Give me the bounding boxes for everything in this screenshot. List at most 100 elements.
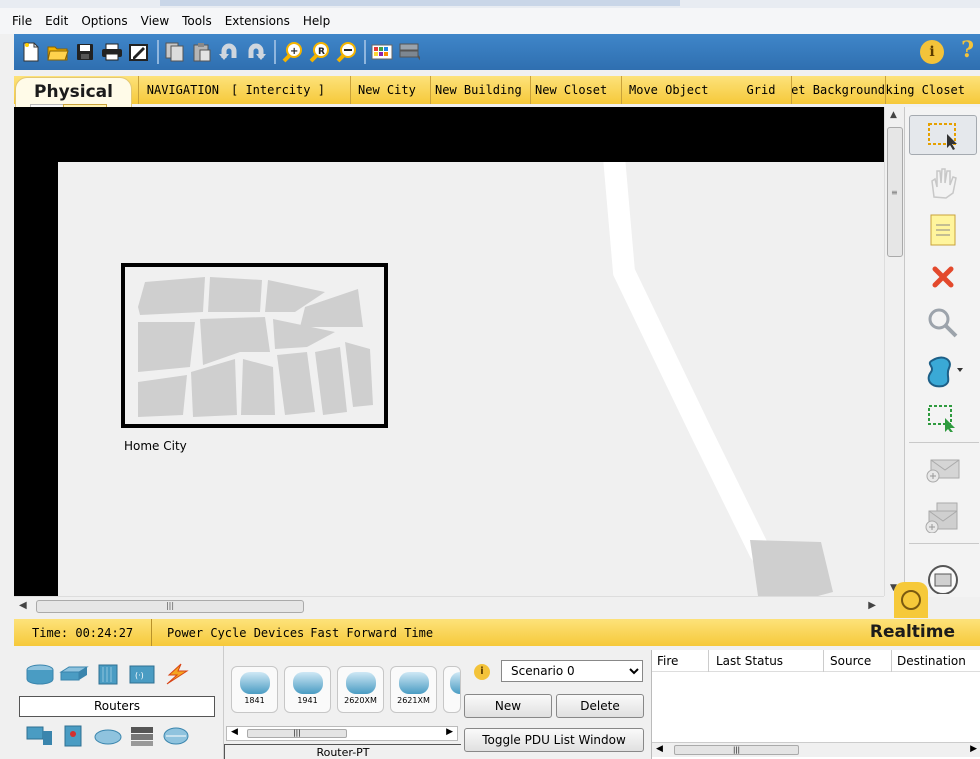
- scroll-left-arrow[interactable]: ◀: [231, 727, 238, 737]
- realtime-mode-icon[interactable]: [894, 582, 928, 618]
- menu-tools[interactable]: Tools: [182, 14, 212, 28]
- switches-category-icon[interactable]: [58, 662, 90, 686]
- zoom-out-icon[interactable]: [335, 41, 357, 63]
- move-layout-tool-icon[interactable]: [909, 163, 977, 203]
- new-city-button[interactable]: New City: [350, 76, 430, 104]
- scroll-right-arrow[interactable]: ▶: [446, 727, 453, 737]
- device-category-panel: (·) Routers: [14, 646, 222, 759]
- activity-wizard-icon[interactable]: [128, 41, 150, 63]
- scroll-right-arrow[interactable]: ▶: [970, 744, 977, 754]
- copy-icon[interactable]: [164, 41, 186, 63]
- end-devices-category-icon[interactable]: [24, 724, 56, 748]
- common-tools-palette: [904, 107, 980, 597]
- column-destination[interactable]: Destination: [892, 650, 980, 672]
- city-canvas[interactable]: Home City: [58, 162, 884, 596]
- select-tool-icon[interactable]: [909, 115, 977, 155]
- draw-shape-tool-icon[interactable]: [909, 351, 977, 391]
- router-2620xm-card[interactable]: 2620XM: [337, 666, 384, 713]
- svg-text:(·): (·): [135, 671, 144, 680]
- multiuser-category-icon[interactable]: [160, 724, 192, 748]
- security-category-icon[interactable]: [58, 724, 90, 748]
- pdu-table-scrollbar[interactable]: ◀ ||| ▶: [652, 742, 980, 757]
- router-2621xm-card[interactable]: 2621XM: [390, 666, 437, 713]
- move-object-button[interactable]: Move Object: [621, 76, 731, 104]
- new-scenario-button[interactable]: New: [464, 694, 552, 718]
- connections-category-icon[interactable]: [160, 662, 192, 686]
- scenario-panel: i Scenario 0 New Delete Toggle PDU List …: [462, 646, 648, 759]
- menu-options[interactable]: Options: [81, 14, 127, 28]
- set-background-button[interactable]: Set Background: [791, 76, 885, 104]
- physical-nav-bar: NAVIGATION [ Intercity ] New City New Bu…: [14, 76, 980, 104]
- routers-category-icon[interactable]: [24, 662, 56, 686]
- realtime-mode-label: Realtime: [869, 622, 955, 642]
- power-cycle-devices-button[interactable]: Power Cycle Devices: [152, 626, 304, 640]
- router-1841-card[interactable]: 1841: [231, 666, 278, 713]
- wan-emulation-category-icon[interactable]: [92, 724, 124, 748]
- add-simple-pdu-icon[interactable]: [909, 449, 977, 489]
- scroll-left-arrow[interactable]: ◀: [656, 744, 663, 754]
- resize-shape-tool-icon[interactable]: [909, 397, 977, 437]
- new-icon[interactable]: [20, 41, 42, 63]
- custom-device-icon[interactable]: [398, 41, 420, 63]
- physical-tab[interactable]: Physical: [15, 77, 132, 107]
- delete-scenario-button[interactable]: Delete: [556, 694, 644, 718]
- home-city-label: Home City: [124, 439, 187, 453]
- grid-button[interactable]: Grid: [731, 76, 791, 104]
- palette-icon[interactable]: [371, 41, 393, 63]
- inspect-tool-icon[interactable]: [909, 303, 977, 343]
- new-building-button[interactable]: New Building: [430, 76, 530, 104]
- wireless-devices-category-icon[interactable]: (·): [126, 662, 158, 686]
- pdu-table-scroll-thumb[interactable]: |||: [674, 745, 799, 755]
- hubs-category-icon[interactable]: [92, 662, 124, 686]
- info-button[interactable]: i: [920, 40, 944, 64]
- time-status-bar: Time: 00:24:27 Power Cycle Devices Fast …: [14, 619, 980, 646]
- workspace-horizontal-scrollbar[interactable]: ◀ ||| ▶: [14, 596, 884, 616]
- save-icon[interactable]: [74, 41, 96, 63]
- nav-location[interactable]: [ Intercity ]: [226, 76, 350, 104]
- add-complex-pdu-icon[interactable]: [909, 497, 977, 537]
- vertical-scroll-thumb[interactable]: ≡: [887, 127, 903, 257]
- router-1941-card[interactable]: 1941: [284, 666, 331, 713]
- menu-extensions[interactable]: Extensions: [225, 14, 290, 28]
- zoom-in-icon[interactable]: +: [281, 41, 303, 63]
- window-top-strip: [0, 0, 980, 8]
- column-fire[interactable]: Fire: [652, 650, 709, 672]
- print-icon[interactable]: [101, 41, 123, 63]
- column-last-status[interactable]: Last Status: [709, 650, 824, 672]
- paste-icon[interactable]: [191, 41, 213, 63]
- undo-icon[interactable]: [218, 41, 240, 63]
- workspace-vertical-scrollbar[interactable]: ▲ ≡ ▼: [884, 107, 904, 596]
- device-list-scrollbar[interactable]: ◀ ||| ▶: [226, 726, 458, 741]
- horizontal-scroll-thumb[interactable]: |||: [36, 600, 304, 613]
- help-button[interactable]: ?: [961, 37, 974, 63]
- city-map-icon: [138, 277, 373, 417]
- scroll-up-arrow[interactable]: ▲: [890, 110, 897, 120]
- zoom-reset-icon[interactable]: R: [308, 41, 330, 63]
- delete-tool-icon[interactable]: [909, 257, 977, 297]
- pdu-list-table: Fire Last Status Source Destination ◀ ||…: [651, 650, 980, 759]
- scroll-right-arrow[interactable]: ▶: [868, 600, 876, 611]
- menu-view[interactable]: View: [141, 14, 169, 28]
- menu-help[interactable]: Help: [303, 14, 330, 28]
- working-closet-button[interactable]: Working Closet: [885, 76, 965, 104]
- device-model-list: 1841 1941 2620XM 2621XM ◀ ||| ▶ Router-P…: [223, 646, 461, 759]
- menu-file[interactable]: File: [12, 14, 32, 28]
- redo-icon[interactable]: [245, 41, 267, 63]
- toggle-pdu-list-button[interactable]: Toggle PDU List Window: [464, 728, 644, 752]
- physical-workspace[interactable]: Home City: [14, 107, 884, 596]
- device-list-scroll-thumb[interactable]: |||: [247, 729, 347, 738]
- scroll-left-arrow[interactable]: ◀: [19, 600, 27, 611]
- home-city-object[interactable]: [121, 263, 388, 428]
- router-next-card[interactable]: [443, 666, 461, 713]
- scenario-select[interactable]: Scenario 0: [501, 660, 643, 682]
- column-source[interactable]: Source: [824, 650, 892, 672]
- toolbar-separator: [364, 40, 366, 64]
- toolbar-separator: [274, 40, 276, 64]
- scenario-info-icon[interactable]: i: [474, 664, 490, 680]
- menu-edit[interactable]: Edit: [45, 14, 68, 28]
- open-icon[interactable]: [47, 41, 69, 63]
- new-closet-button[interactable]: New Closet: [530, 76, 621, 104]
- custom-devices-category-icon[interactable]: [126, 724, 158, 748]
- fast-forward-time-button[interactable]: Fast Forward Time: [304, 626, 433, 640]
- place-note-tool-icon[interactable]: [909, 210, 977, 250]
